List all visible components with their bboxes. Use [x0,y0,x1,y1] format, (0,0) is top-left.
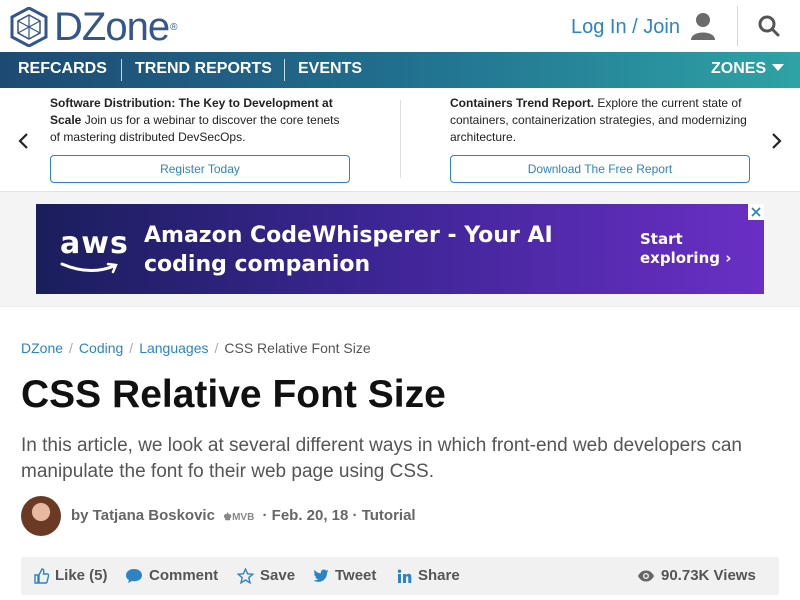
promo-carousel: Software Distribution: The Key to Develo… [0,88,800,192]
comment-button[interactable]: Comment [125,557,218,595]
mvb-badge-icon: ♚ [223,512,233,523]
article-byline: by Tatjana Boskovic ♚MVB · Feb. 20, 18 ·… [71,507,416,524]
article-title: CSS Relative Font Size [21,373,446,416]
like-button[interactable]: Like (5) [33,557,108,595]
ad-cta-line1: Start [640,230,683,248]
promo-divider [400,100,401,178]
ad-container: aws Amazon CodeWhisperer - Your AI codin… [0,192,800,306]
mvb-badge: ♚MVB [223,512,254,523]
breadcrumb-separator: / [214,340,219,356]
views-count: 90.73K Views [637,557,756,595]
logo-registered-mark: ® [170,21,178,33]
download-report-button[interactable]: Download The Free Report [450,155,750,183]
logo-wordmark: DZone [54,5,170,49]
promo-card-report: Containers Trend Report. Explore the cur… [450,95,750,146]
share-button[interactable]: Share [397,557,460,595]
author-name[interactable]: by Tatjana Boskovic [71,507,215,524]
breadcrumb-current: CSS Relative Font Size [224,340,371,356]
dzone-logo[interactable]: DZone ® [10,7,177,47]
twitter-icon [313,569,329,582]
comment-label: Comment [149,567,219,584]
ad-banner[interactable]: aws Amazon CodeWhisperer - Your AI codin… [36,204,764,294]
views-label: 90.73K Views [661,567,756,584]
author-avatar[interactable] [21,496,61,536]
ad-cta-line2: exploring › [640,249,732,267]
tweet-button[interactable]: Tweet [313,557,376,595]
nav-separator [284,59,285,81]
article-type[interactable]: Tutorial [362,507,416,524]
breadcrumb-separator: / [69,340,73,356]
chevron-left-icon[interactable] [16,132,30,150]
article-date: Feb. 20, 18 [271,507,349,524]
article-actions-bar: Like (5) Comment Save Tweet Share 90.73K… [21,557,779,595]
site-header: DZone ® Log In / Join [0,0,800,52]
user-icon[interactable] [690,12,716,40]
breadcrumb-dzone[interactable]: DZone [21,340,63,356]
save-button[interactable]: Save [237,557,295,595]
nav-trend-reports[interactable]: TREND REPORTS [135,52,272,88]
like-label: Like (5) [55,567,108,584]
aws-smile-icon [60,262,118,274]
promo-body: Join us for a webinar to discover the co… [50,113,340,144]
ad-cta[interactable]: Start exploring › [640,230,731,268]
eye-icon [638,570,654,582]
breadcrumb-coding[interactable]: Coding [79,340,123,356]
zones-dropdown[interactable]: ZONES [711,52,785,88]
nav-refcards[interactable]: REFCARDS [18,52,107,88]
aws-logo-text: aws [60,226,129,261]
dzone-logo-icon [10,7,48,47]
breadcrumb-separator: / [129,340,134,356]
save-label: Save [260,567,296,584]
thumbs-up-icon [34,568,49,584]
login-join-link[interactable]: Log In / Join [571,16,680,39]
article-header: DZone / Coding / Languages / CSS Relative Font… [0,306,800,600]
share-label: Share [418,567,460,584]
close-icon[interactable] [748,204,764,220]
nav-separator [121,59,122,81]
breadcrumb: DZone / Coding / Languages / CSS Relative Font… [21,340,371,356]
promo-card-webinar: Software Distribution: The Key to Develo… [50,95,350,146]
register-today-button[interactable]: Register Today [50,155,350,183]
breadcrumb-languages[interactable]: Languages [139,340,208,356]
star-icon [237,568,254,584]
caret-down-icon [772,64,785,71]
header-divider [737,6,738,46]
main-nav: REFCARDS TREND REPORTS EVENTS ZONES [0,52,800,88]
search-icon[interactable] [758,15,780,37]
comment-icon [126,569,142,583]
linkedin-icon [397,569,412,583]
chevron-right-icon[interactable] [770,132,784,150]
mvb-badge-label: MVB [232,512,255,523]
article-subtitle: In this article, we look at several diff… [21,435,742,482]
promo-title: Containers Trend Report. [450,96,595,110]
nav-events[interactable]: EVENTS [298,52,362,88]
tweet-label: Tweet [335,567,377,584]
zones-label: ZONES [711,60,767,77]
ad-headline: Amazon CodeWhisperer - Your AI coding co… [144,223,553,277]
